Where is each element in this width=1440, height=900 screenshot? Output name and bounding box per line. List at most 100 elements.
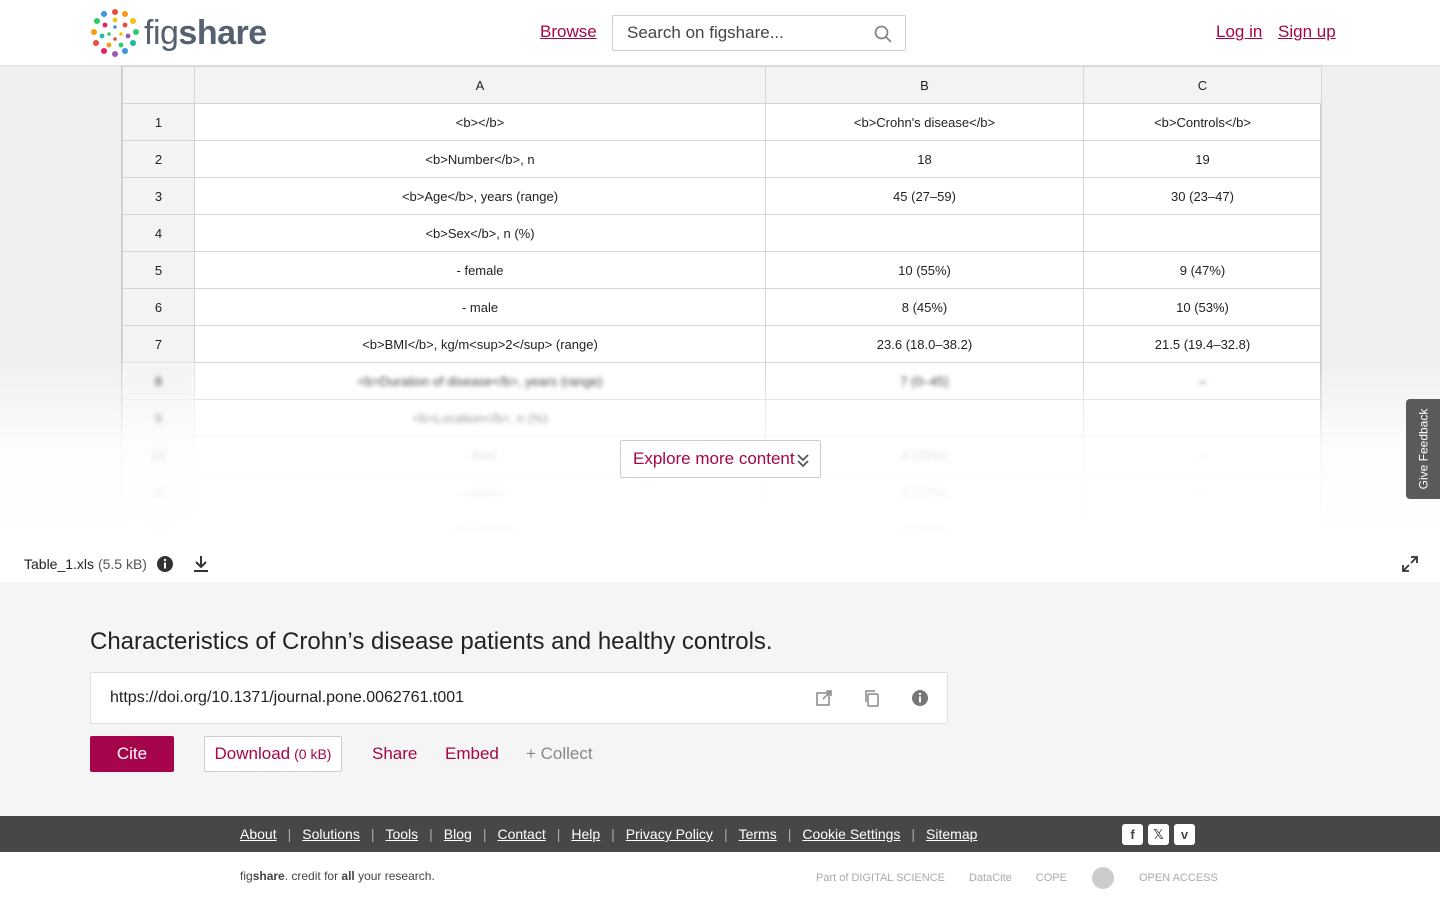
cell-b — [765, 399, 1084, 437]
file-size: (5.5 kB) — [97, 556, 147, 572]
figshare-wordmark: figshare — [144, 13, 267, 52]
cell-b: 10 (55%) — [765, 251, 1084, 289]
column-header-b: B — [765, 66, 1084, 104]
top-navigation-bar: figshare Browse Log in Sign up — [0, 0, 1440, 66]
row-number: 1 — [122, 103, 195, 141]
row-number: 12 — [122, 510, 195, 546]
file-preview: A B C 1 <b></b> <b>Crohn's disease</b> <… — [0, 66, 1440, 546]
datacite-logo[interactable]: DataCite — [969, 872, 1012, 884]
give-feedback-label: Give Feedback — [1416, 408, 1430, 490]
figshare-logo-icon — [91, 9, 139, 57]
cell-a: <b>Duration of disease</b>, years (range… — [194, 362, 766, 400]
footer-link-sitemap[interactable]: Sitemap — [926, 826, 977, 842]
table-row: 12 - ileocolonic 9 (50%) – — [122, 510, 1322, 546]
cell-a: <b>Number</b>, n — [194, 140, 766, 178]
row-number: 8 — [122, 362, 195, 400]
download-label: Download — [214, 744, 291, 763]
cell-b — [765, 214, 1084, 252]
search-input[interactable] — [613, 23, 863, 43]
item-title: Characteristics of Crohn’s disease patie… — [90, 628, 773, 655]
table-row: 2 <b>Number</b>, n 18 19 — [122, 140, 1322, 178]
cell-b: 9 (50%) — [765, 510, 1084, 546]
cell-a: - ileocolonic — [194, 510, 766, 546]
fullscreen-icon[interactable] — [1401, 555, 1419, 573]
cell-a: <b></b> — [194, 103, 766, 141]
table-row: 3 <b>Age</b>, years (range) 45 (27–59) 3… — [122, 177, 1322, 215]
table-row: 4 <b>Sex</b>, n (%) — [122, 214, 1322, 252]
cell-a: - female — [194, 251, 766, 289]
table-row: 6 - male 8 (45%) 10 (53%) — [122, 288, 1322, 326]
footer-bottom: figshare. credit for all your research. … — [0, 852, 1440, 900]
browse-link[interactable]: Browse — [540, 22, 597, 42]
cell-a: <b>BMI</b>, kg/m<sup>2</sup> (range) — [194, 325, 766, 363]
give-feedback-tab[interactable]: Give Feedback — [1406, 399, 1440, 499]
download-icon[interactable] — [192, 555, 210, 573]
embed-button[interactable]: Embed — [445, 744, 499, 764]
cell-c: – — [1083, 473, 1322, 511]
facebook-icon[interactable]: f — [1122, 824, 1143, 845]
row-number: 11 — [122, 473, 195, 511]
file-info-icon[interactable] — [156, 555, 174, 573]
digital-science-logo[interactable]: Part of DIGITAL SCIENCE — [816, 872, 945, 884]
login-link[interactable]: Log in — [1216, 22, 1262, 42]
doi-link[interactable]: https://doi.org/10.1371/journal.pone.006… — [110, 689, 464, 707]
cell-c: 30 (23–47) — [1083, 177, 1322, 215]
doi-box: https://doi.org/10.1371/journal.pone.006… — [90, 672, 948, 724]
collect-button[interactable]: + Collect — [526, 744, 593, 764]
signup-link[interactable]: Sign up — [1278, 22, 1336, 42]
download-size: (0 kB) — [294, 746, 332, 762]
footer-link-contact[interactable]: Contact — [497, 826, 545, 842]
social-links: f 𝕏 v — [1122, 824, 1195, 845]
row-number: 5 — [122, 251, 195, 289]
search-icon[interactable] — [873, 24, 893, 44]
footer-link-terms[interactable]: Terms — [739, 826, 777, 842]
cell-c: 19 — [1083, 140, 1322, 178]
external-link-icon[interactable] — [815, 689, 833, 707]
footer-link-help[interactable]: Help — [571, 826, 600, 842]
footer-link-blog[interactable]: Blog — [444, 826, 472, 842]
search-box[interactable] — [612, 15, 906, 51]
cell-c: – — [1083, 436, 1322, 474]
cell-c: – — [1083, 510, 1322, 546]
cell-b: 8 (45%) — [765, 288, 1084, 326]
cell-c: <b>Controls</b> — [1083, 103, 1322, 141]
footer-link-tools[interactable]: Tools — [385, 826, 418, 842]
cope-logo[interactable]: COPE — [1036, 872, 1067, 884]
share-button[interactable]: Share — [372, 744, 417, 764]
explore-more-label: Explore more content — [633, 449, 795, 468]
cell-a: <b>Sex</b>, n (%) — [194, 214, 766, 252]
cell-a: <b>Age</b>, years (range) — [194, 177, 766, 215]
cell-c — [1083, 399, 1322, 437]
footer-link-cookie-settings[interactable]: Cookie Settings — [802, 826, 900, 842]
info-icon[interactable] — [911, 689, 929, 707]
row-number: 9 — [122, 399, 195, 437]
cell-b: 23.6 (18.0–38.2) — [765, 325, 1084, 363]
row-number: 10 — [122, 436, 195, 474]
footer-navigation: About | Solutions | Tools | Blog | Contact | … — [0, 816, 1440, 852]
table-row: 5 - female 10 (55%) 9 (47%) — [122, 251, 1322, 289]
file-name: Table_1.xls (5.5 kB) — [24, 556, 147, 572]
corner-cell — [122, 66, 195, 104]
cell-b: 7 (0–45) — [765, 362, 1084, 400]
footer-link-about[interactable]: About — [240, 826, 277, 842]
explore-more-button[interactable]: Explore more content — [620, 440, 821, 478]
cite-button[interactable]: Cite — [90, 736, 174, 772]
vimeo-icon[interactable]: v — [1174, 824, 1195, 845]
figshare-logo[interactable]: figshare — [90, 8, 267, 58]
footer-link-privacy[interactable]: Privacy Policy — [626, 826, 713, 842]
open-access-logo[interactable]: OPEN ACCESS — [1139, 872, 1218, 884]
row-number: 3 — [122, 177, 195, 215]
download-button[interactable]: Download (0 kB) — [204, 736, 342, 772]
cell-a: - male — [194, 288, 766, 326]
cell-c: 9 (47%) — [1083, 251, 1322, 289]
seal-logo-icon[interactable] — [1091, 866, 1115, 890]
item-details: Characteristics of Crohn’s disease patie… — [0, 582, 1440, 816]
cell-c: – — [1083, 362, 1322, 400]
cell-c: 21.5 (19.4–32.8) — [1083, 325, 1322, 363]
cell-b: 18 — [765, 140, 1084, 178]
table-row: 7 <b>BMI</b>, kg/m<sup>2</sup> (range) 2… — [122, 325, 1322, 363]
copy-icon[interactable] — [863, 689, 881, 707]
footer-link-solutions[interactable]: Solutions — [302, 826, 360, 842]
column-header-a: A — [194, 66, 766, 104]
x-twitter-icon[interactable]: 𝕏 — [1148, 824, 1169, 845]
